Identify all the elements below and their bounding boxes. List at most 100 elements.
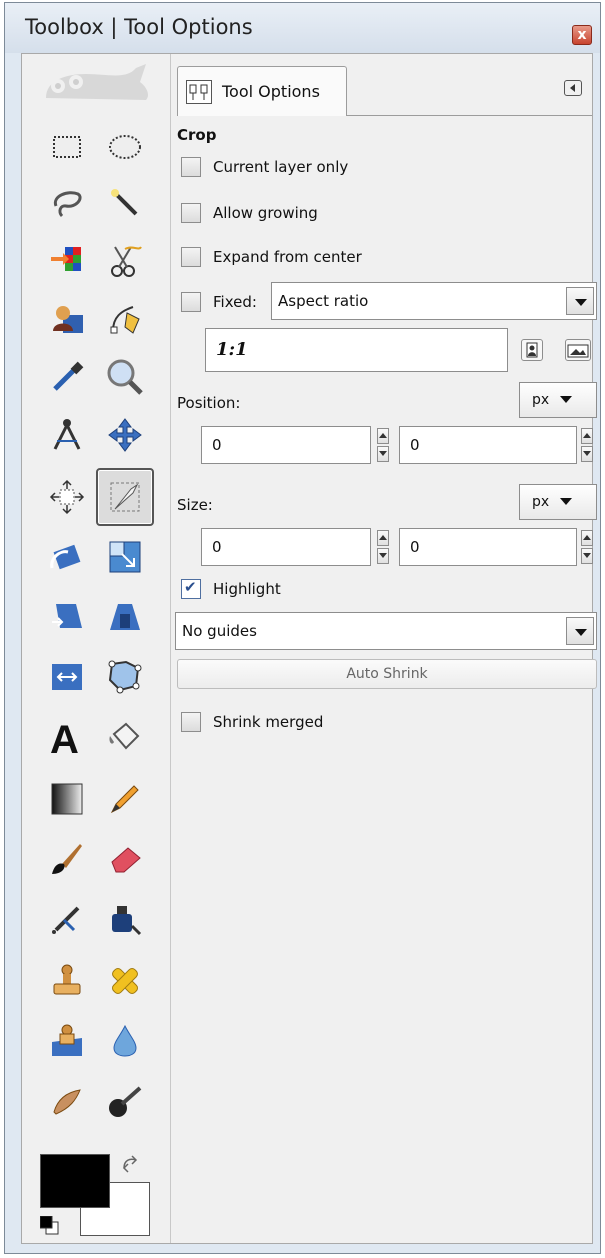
- close-button[interactable]: x: [572, 25, 592, 45]
- triangle-left-icon: [570, 84, 575, 92]
- fixed-checkbox[interactable]: [181, 292, 201, 312]
- heal-tool[interactable]: [102, 958, 148, 1004]
- foreground-color-swatch[interactable]: [40, 1154, 110, 1208]
- size-height-field[interactable]: 0: [399, 528, 577, 566]
- eraser-tool[interactable]: [102, 836, 148, 882]
- size-label: Size:: [177, 496, 213, 514]
- size-height-spinner[interactable]: [581, 530, 593, 564]
- fixed-mode-dropdown[interactable]: Aspect ratio: [271, 282, 597, 320]
- tab-tool-options[interactable]: Tool Options: [177, 66, 347, 116]
- scissors-icon: [111, 246, 142, 277]
- crop-knife-icon: [110, 482, 140, 512]
- lasso-icon: [53, 191, 82, 218]
- paintbrush-icon: [52, 844, 82, 874]
- size-width-field[interactable]: 0: [201, 528, 371, 566]
- foreground-select-tool[interactable]: [44, 296, 90, 342]
- align-icon: [49, 479, 85, 515]
- size-width-spinner[interactable]: [377, 530, 389, 564]
- landscape-icon: [567, 344, 589, 358]
- blend-tool[interactable]: [44, 776, 90, 822]
- measure-tool[interactable]: [44, 412, 90, 458]
- bucket-fill-tool[interactable]: [102, 714, 148, 760]
- position-y-field[interactable]: 0: [399, 426, 577, 464]
- perspective-tool[interactable]: [102, 594, 148, 640]
- position-label: Position:: [177, 394, 241, 412]
- highlight-checkbox[interactable]: [181, 578, 201, 599]
- crop-tool[interactable]: [96, 468, 154, 526]
- shear-icon: [52, 604, 82, 628]
- scale-tool[interactable]: [102, 534, 148, 580]
- shear-tool[interactable]: [44, 594, 90, 640]
- color-picker-tool[interactable]: [44, 354, 90, 400]
- swap-colors-icon[interactable]: [120, 1154, 142, 1176]
- airbrush-tool[interactable]: [44, 896, 90, 942]
- pencil-icon: [110, 785, 139, 814]
- allow-growing-label: Allow growing: [213, 204, 318, 222]
- highlight-option[interactable]: Highlight: [181, 576, 281, 602]
- free-select-tool[interactable]: [44, 180, 90, 226]
- text-tool[interactable]: A: [44, 714, 90, 760]
- magnifier-icon: [107, 359, 143, 395]
- magic-wand-icon: [111, 189, 138, 216]
- scissors-select-tool[interactable]: [102, 238, 148, 284]
- allow-growing-checkbox[interactable]: [181, 203, 201, 223]
- paintbrush-tool[interactable]: [44, 836, 90, 882]
- bandage-icon: [112, 968, 138, 994]
- fixed-mode-value: Aspect ratio: [278, 292, 369, 310]
- tab-menu-button[interactable]: [564, 80, 582, 96]
- title-bar[interactable]: Toolbox | Tool Options x: [5, 3, 600, 53]
- perspective-icon: [110, 604, 140, 630]
- current-layer-only-option[interactable]: Current layer only: [181, 154, 348, 180]
- fuzzy-select-tool[interactable]: [102, 180, 148, 226]
- shrink-merged-checkbox[interactable]: [181, 712, 201, 732]
- move-arrows-icon: [108, 418, 142, 452]
- pencil-tool[interactable]: [102, 776, 148, 822]
- rect-select-tool[interactable]: [44, 124, 90, 170]
- color-area: [40, 1154, 150, 1238]
- move-tool[interactable]: [102, 412, 148, 458]
- color-select-icon: [51, 247, 81, 271]
- current-layer-only-checkbox[interactable]: [181, 157, 201, 177]
- ellipse-select-tool[interactable]: [102, 124, 148, 170]
- select-by-color-tool[interactable]: [44, 238, 90, 284]
- portrait-icon: [526, 342, 538, 358]
- perspective-clone-tool[interactable]: [44, 1018, 90, 1064]
- chevron-down-icon[interactable]: [566, 617, 594, 645]
- perspective-clone-icon: [52, 1024, 82, 1056]
- align-tool[interactable]: [44, 474, 90, 520]
- position-unit-dropdown[interactable]: px: [519, 382, 597, 418]
- size-unit-dropdown[interactable]: px: [519, 484, 597, 520]
- eraser-icon: [111, 847, 141, 873]
- ink-tool[interactable]: [102, 896, 148, 942]
- section-title: Crop: [177, 126, 217, 144]
- flip-tool[interactable]: [44, 654, 90, 700]
- position-x-spinner[interactable]: [377, 428, 389, 462]
- paths-tool[interactable]: [102, 296, 148, 342]
- portrait-button[interactable]: [521, 339, 543, 361]
- chevron-down-icon[interactable]: [566, 287, 594, 315]
- pen-path-icon: [110, 306, 140, 334]
- guides-dropdown[interactable]: No guides: [175, 612, 597, 650]
- expand-from-center-option[interactable]: Expand from center: [181, 244, 362, 270]
- position-y-spinner[interactable]: [581, 428, 593, 462]
- zoom-tool[interactable]: [102, 354, 148, 400]
- auto-shrink-button[interactable]: Auto Shrink: [177, 659, 597, 689]
- gradient-icon: [51, 783, 83, 815]
- foreground-select-icon: [53, 306, 83, 333]
- fixed-label: Fixed:: [213, 293, 257, 311]
- allow-growing-option[interactable]: Allow growing: [181, 200, 318, 226]
- position-x-field[interactable]: 0: [201, 426, 371, 464]
- landscape-button[interactable]: [565, 339, 591, 361]
- cage-transform-tool[interactable]: [102, 654, 148, 700]
- dodge-burn-tool[interactable]: [102, 1078, 148, 1124]
- shrink-merged-option[interactable]: Shrink merged: [181, 709, 323, 735]
- default-colors-icon[interactable]: [40, 1216, 60, 1236]
- blur-sharpen-tool[interactable]: [102, 1018, 148, 1064]
- expand-from-center-checkbox[interactable]: [181, 247, 201, 267]
- rotate-tool[interactable]: [44, 534, 90, 580]
- aspect-ratio-field[interactable]: 1:1: [205, 328, 508, 372]
- clone-tool[interactable]: [44, 958, 90, 1004]
- tool-options-icon: [186, 80, 212, 104]
- smudge-tool[interactable]: [44, 1078, 90, 1124]
- fixed-option[interactable]: Fixed:: [181, 289, 257, 315]
